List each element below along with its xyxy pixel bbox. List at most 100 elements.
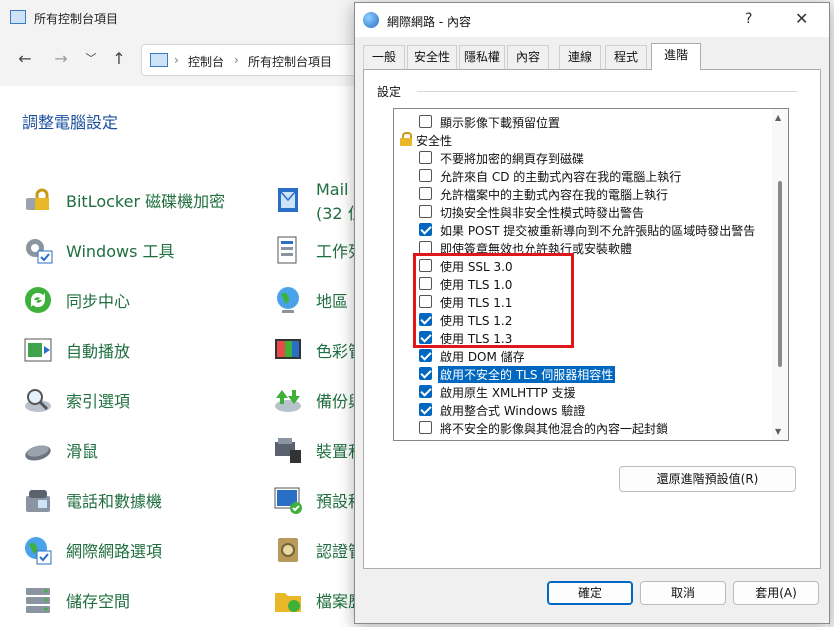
tab-privacy[interactable]: 隱私權: [459, 45, 505, 69]
recent-chevron-down-icon[interactable]: ﹀: [80, 48, 102, 70]
cp-item-label: 電話和數據機: [66, 492, 163, 511]
cp-item-label: 地區: [316, 292, 349, 311]
settings-option[interactable]: 允許來自 CD 的主動式內容在我的電腦上執行: [394, 166, 772, 184]
file-history-icon: [275, 593, 301, 612]
tab-content[interactable]: 內容: [507, 45, 549, 69]
cp-item-label: BitLocker 磁碟機加密: [66, 192, 226, 211]
mouse-icon: [25, 445, 51, 461]
cp-item-label: 網際網路選項: [66, 542, 163, 561]
settings-option[interactable]: 不要將加密的網頁存到磁碟: [394, 148, 772, 166]
settings-option-label: 允許檔案中的主動式內容在我的電腦上執行: [440, 188, 669, 202]
settings-option[interactable]: 啟用不安全的 TLS 伺服器相容性: [394, 364, 772, 383]
storage-spaces-icon: [26, 588, 50, 613]
group-divider: [417, 91, 797, 92]
cp-item-label: 同步中心: [66, 292, 131, 311]
forward-arrow-icon[interactable]: →: [50, 48, 72, 70]
settings-option-label: 啟用不安全的 TLS 伺服器相容性: [438, 366, 616, 383]
help-icon[interactable]: ?: [745, 11, 752, 27]
settings-group-label: 設定: [377, 85, 402, 99]
tab-general[interactable]: 一般: [363, 45, 405, 69]
checkbox-unchecked[interactable]: [419, 187, 432, 200]
cancel-button[interactable]: 取消: [640, 581, 726, 605]
tab-advanced[interactable]: 進階: [651, 43, 701, 70]
settings-option-label: 允許來自 CD 的主動式內容在我的電腦上執行: [440, 170, 682, 184]
ok-button[interactable]: 確定: [547, 581, 633, 605]
cp-item-label: 儲存空間: [66, 592, 131, 611]
checkbox-unchecked[interactable]: [419, 169, 432, 182]
dialog-titlebar: 網際網路 - 內容 ? ✕: [355, 3, 829, 37]
settings-option-label: 如果 POST 提交被重新導向到不允許張貼的區域時發出警告: [440, 224, 756, 238]
indexing-icon: [25, 389, 51, 412]
region-icon: [277, 287, 299, 313]
settings-option-label: 啟用整合式 Windows 驗證: [440, 404, 586, 418]
settings-option[interactable]: 允許檔案中的主動式內容在我的電腦上執行: [394, 184, 772, 202]
control-panel-icon: [10, 10, 26, 24]
tab-programs[interactable]: 程式: [605, 45, 647, 69]
scroll-down-icon[interactable]: ▼: [775, 427, 781, 436]
cp-item-label: 索引選項: [66, 392, 131, 411]
restore-advanced-defaults-button[interactable]: 還原進階預設值(R): [619, 466, 796, 492]
settings-option-label: 安全性: [416, 134, 453, 148]
breadcrumb-item[interactable]: 控制台: [188, 53, 224, 70]
checkbox-unchecked[interactable]: [419, 115, 432, 128]
checkbox-checked[interactable]: [419, 403, 432, 416]
checkbox-unchecked[interactable]: [419, 421, 432, 434]
cp-item-label: 自動播放: [66, 342, 131, 361]
settings-option-label: 顯示影像下載預留位置: [440, 116, 561, 130]
settings-option-label: 啟用 DOM 儲存: [440, 350, 525, 364]
page-title: 調整電腦設定: [22, 113, 119, 132]
cp-item-label: Windows 工具: [66, 242, 175, 261]
devices-icon: [275, 438, 301, 463]
settings-option-label: 切換安全性與非安全性模式時發出警告: [440, 206, 645, 220]
dialog-title: 網際網路 - 內容: [387, 15, 471, 29]
tab-security[interactable]: 安全性: [407, 45, 457, 69]
tls-highlight-box: [413, 253, 574, 348]
internet-options-icon: [25, 537, 52, 565]
color-management-icon: [275, 339, 301, 359]
settings-option-label: 將不安全的影像與其他混合的內容一起封鎖: [440, 422, 669, 436]
control-panel-icon: [150, 53, 168, 67]
taskbar-icon: [277, 236, 297, 264]
mail-icon: [278, 188, 298, 212]
scroll-thumb[interactable]: [778, 181, 782, 367]
settings-option[interactable]: 啟用 DOM 儲存: [394, 346, 772, 364]
cp-item-label: 滑鼠: [66, 442, 99, 461]
settings-category: 安全性: [394, 130, 772, 148]
autoplay-icon: [24, 338, 52, 362]
window-title: 所有控制台項目: [34, 12, 119, 26]
settings-option-label: 不要將加密的網頁存到磁碟: [440, 152, 585, 166]
back-arrow-icon[interactable]: ←: [14, 48, 36, 70]
credential-manager-icon: [278, 538, 298, 562]
settings-option[interactable]: 將不安全的影像與其他混合的內容一起封鎖: [394, 418, 772, 436]
backup-icon: [275, 390, 301, 412]
settings-option[interactable]: 啟用原生 XMLHTTP 支援: [394, 382, 772, 400]
settings-option[interactable]: 切換安全性與非安全性模式時發出警告: [394, 202, 772, 220]
checkbox-checked[interactable]: [419, 349, 432, 362]
windows-tools-icon: [26, 239, 53, 264]
breadcrumb-separator-icon: ›: [234, 53, 239, 67]
settings-option[interactable]: 啟用整合式 Windows 驗證: [394, 400, 772, 418]
checkbox-checked[interactable]: [419, 367, 432, 380]
settings-option[interactable]: 如果 POST 提交被重新導向到不允許張貼的區域時發出警告: [394, 220, 772, 238]
breadcrumb-separator-icon: ›: [174, 53, 179, 67]
checkbox-unchecked[interactable]: [419, 151, 432, 164]
up-arrow-icon[interactable]: ↑: [108, 48, 130, 70]
close-icon[interactable]: ✕: [795, 9, 808, 28]
scroll-up-icon[interactable]: ▲: [775, 113, 781, 122]
lock-icon: [400, 132, 412, 146]
tab-connections[interactable]: 連線: [559, 45, 601, 69]
breadcrumb-item[interactable]: 所有控制台項目: [248, 53, 332, 70]
default-programs-icon: [274, 487, 302, 514]
globe-icon: [363, 12, 379, 28]
phone-modem-icon: [26, 490, 50, 512]
checkbox-checked[interactable]: [419, 223, 432, 236]
settings-option-label: 啟用原生 XMLHTTP 支援: [440, 386, 576, 400]
checkbox-checked[interactable]: [419, 385, 432, 398]
sync-center-icon: [25, 287, 51, 313]
apply-button[interactable]: 套用(A): [733, 581, 819, 605]
cp-item-label: Mail: [316, 180, 349, 199]
settings-option[interactable]: 顯示影像下載預留位置: [394, 112, 772, 130]
checkbox-unchecked[interactable]: [419, 205, 432, 218]
bitlocker-icon: [26, 188, 49, 210]
vertical-scrollbar[interactable]: ▲ ▼: [772, 109, 788, 440]
